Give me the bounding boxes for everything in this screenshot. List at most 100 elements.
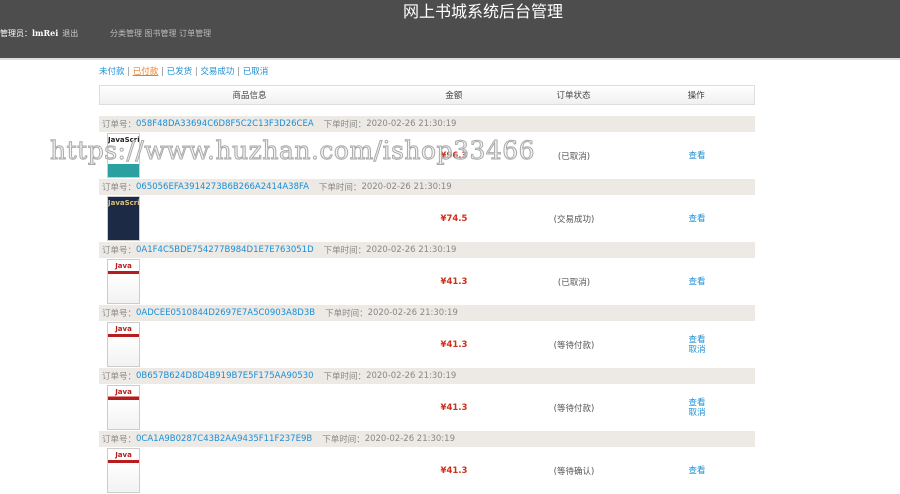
order-status: (等待付款) [553,403,595,414]
order-status: (等待确认) [553,466,595,477]
view-order-link[interactable]: 查看 [639,398,755,408]
order-header: 订单号： 058F48DA33694C6D8F5C2C13F3D26CEA 下单时… [99,116,755,132]
tab-success[interactable]: 交易成功 [200,67,234,77]
order-amount: ¥41.3 [440,276,468,287]
product-cell: Java [99,447,399,494]
top-header: 网上书城系统后台管理 管理员：lmRei 退出 分类管理 图书管理 订单管理 [0,0,900,60]
admin-name: lmRei [32,28,59,38]
order-amount: ¥41.3 [440,465,468,476]
order-actions: 查看 [639,214,755,224]
order-body: Java ¥41.3 (等待付款) 查看 取消 [99,384,755,431]
order-actions: 查看 取消 [639,398,755,418]
order-no-label: 订单号： [102,372,137,382]
order-actions: 查看 [639,151,755,161]
book-cover-image[interactable]: Java [107,259,140,304]
logout-link[interactable]: 退出 [62,29,78,38]
order-amount: ¥41.3 [440,339,468,350]
order-item: 订单号： 0B657B624D8D4B919B7E5F175AA90530 下单时… [99,368,755,431]
separator: | [127,67,131,77]
order-item: 订单号： 065056EFA3914273B6B266A2414A38FA 下单时… [99,179,755,242]
order-time-label: 下单时间： [322,435,365,445]
order-time-label: 下单时间： [323,120,367,130]
order-header: 订单号： 065056EFA3914273B6B266A2414A38FA 下单时… [99,179,755,195]
order-status: (交易成功) [553,214,595,225]
order-body: Java ¥41.3 (已取消) 查看 [99,258,755,305]
orders-table: 商品信息 金额 订单状态 操作 订单号： 058F48DA33694C6D8F5C… [99,85,755,494]
order-item: 订单号： 0CA1A9B0287C43B2AA9435F11F237E9B 下单时… [99,431,755,494]
book-cover-image[interactable]: JavaScript [107,133,140,178]
order-time-label: 下单时间： [318,183,362,193]
order-time: 2020-02-26 21:30:19 [367,308,458,318]
order-no-label: 订单号： [102,246,137,256]
menu-books[interactable]: 图书管理 [145,29,177,38]
separator: | [194,67,198,77]
order-time: 2020-02-26 21:30:19 [366,119,457,129]
separator: | [237,67,240,77]
book-cover-image[interactable]: JavaScript [107,196,140,241]
view-order-link[interactable]: 查看 [639,466,755,476]
order-no-link[interactable]: 0ADCEE0510844D2697E7A5C0903A8D3B [136,308,315,318]
menu-orders[interactable]: 订单管理 [179,29,211,38]
cancel-order-link[interactable]: 取消 [639,345,755,355]
view-order-link[interactable]: 查看 [639,335,755,345]
order-amount: ¥96.3 [440,150,468,161]
admin-info: 管理员：lmRei 退出 [0,28,78,39]
view-order-link[interactable]: 查看 [639,214,755,224]
product-cell: Java [99,321,399,368]
col-status: 订单状态 [556,91,591,101]
table-header: 商品信息 金额 订单状态 操作 [99,85,755,105]
separator: | [161,67,164,77]
order-item: 订单号： 0A1F4C5BDE754277B984D1E7E763051D 下单时… [99,242,755,305]
product-cell: Java [99,258,399,305]
tab-cancelled[interactable]: 已取消 [243,67,269,77]
order-no-label: 订单号： [102,309,137,319]
order-actions: 查看 取消 [639,335,755,355]
tab-paid[interactable]: 已付款 [133,67,159,77]
order-time: 2020-02-26 21:30:19 [366,371,457,381]
order-header: 订单号： 0A1F4C5BDE754277B984D1E7E763051D 下单时… [99,242,755,258]
order-status: (已取消) [557,151,591,162]
view-order-link[interactable]: 查看 [639,151,755,161]
order-amount: ¥41.3 [440,402,468,413]
book-cover-image[interactable]: Java [107,322,140,367]
product-cell: JavaScript [99,132,399,179]
order-item: 订单号： 0ADCEE0510844D2697E7A5C0903A8D3B 下单时… [99,305,755,368]
order-status: (等待付款) [553,340,595,351]
tab-unpaid[interactable]: 未付款 [99,67,125,77]
order-no-link[interactable]: 058F48DA33694C6D8F5C2C13F3D26CEA [136,119,314,129]
order-status-tabs: 未付款 | 已付款 | 已发货 | 交易成功 | 已取消 [99,65,268,77]
order-item: 订单号： 058F48DA33694C6D8F5C2C13F3D26CEA 下单时… [99,116,755,179]
order-no-link[interactable]: 065056EFA3914273B6B266A2414A38FA [136,182,309,192]
order-header: 订单号： 0CA1A9B0287C43B2AA9435F11F237E9B 下单时… [99,431,755,447]
col-product: 商品信息 [232,91,267,101]
admin-menu: 分类管理 图书管理 订单管理 [110,28,211,39]
order-time: 2020-02-26 21:30:19 [361,182,452,192]
order-actions: 查看 [639,466,755,476]
admin-label: 管理员： [0,29,32,38]
order-no-link[interactable]: 0B657B624D8D4B919B7E5F175AA90530 [136,371,314,381]
order-body: Java ¥41.3 (等待付款) 查看 取消 [99,321,755,368]
order-amount: ¥74.5 [440,213,468,224]
order-header: 订单号： 0B657B624D8D4B919B7E5F175AA90530 下单时… [99,368,755,384]
page-title: 网上书城系统后台管理 [403,2,564,21]
tab-shipped[interactable]: 已发货 [167,67,193,77]
order-time: 2020-02-26 21:30:19 [364,434,455,444]
order-status: (已取消) [557,277,591,288]
order-no-link[interactable]: 0A1F4C5BDE754277B984D1E7E763051D [136,245,314,255]
menu-category[interactable]: 分类管理 [110,29,142,38]
order-time-label: 下单时间： [323,246,367,256]
order-body: Java ¥41.3 (等待确认) 查看 [99,447,755,494]
order-time-label: 下单时间： [325,309,368,319]
order-header: 订单号： 0ADCEE0510844D2697E7A5C0903A8D3B 下单时… [99,305,755,321]
order-no-label: 订单号： [102,120,137,130]
order-no-label: 订单号： [102,183,137,193]
book-cover-image[interactable]: Java [107,385,140,430]
order-time: 2020-02-26 21:30:19 [366,245,457,255]
view-order-link[interactable]: 查看 [639,277,755,287]
order-no-link[interactable]: 0CA1A9B0287C43B2AA9435F11F237E9B [136,434,312,444]
order-time-label: 下单时间： [323,372,367,382]
book-cover-image[interactable]: Java [107,448,140,493]
order-body: JavaScript ¥74.5 (交易成功) 查看 [99,195,755,242]
cancel-order-link[interactable]: 取消 [639,408,755,418]
product-cell: JavaScript [99,195,399,242]
